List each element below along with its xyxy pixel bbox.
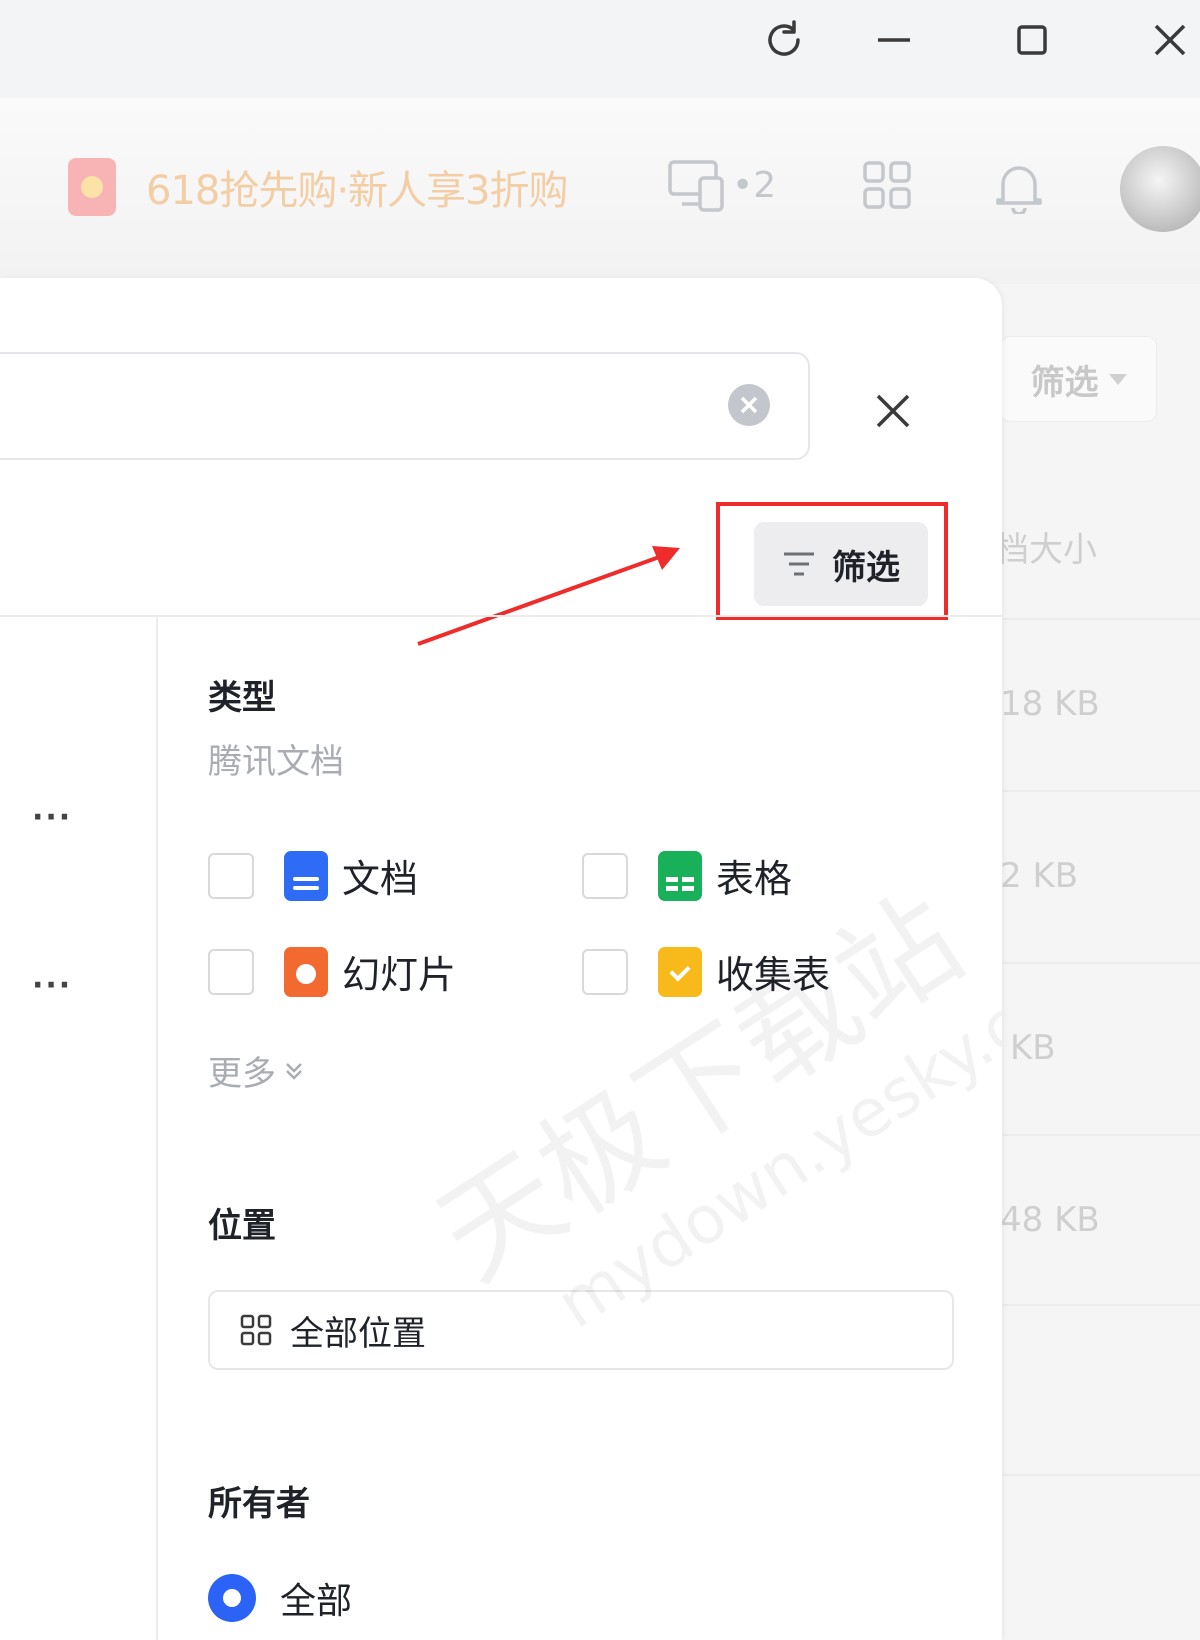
type-option-label: 幻灯片 xyxy=(342,953,457,997)
maximize-icon[interactable] xyxy=(1002,10,1062,70)
close-icon[interactable] xyxy=(1140,10,1200,70)
collect-form-icon xyxy=(658,946,702,997)
title-bar xyxy=(0,0,1200,98)
checkbox[interactable] xyxy=(208,852,254,899)
devices-icon xyxy=(668,160,724,212)
search-input[interactable] xyxy=(0,352,810,460)
bell-icon[interactable] xyxy=(994,160,1044,218)
devices-button[interactable]: •2 xyxy=(668,158,776,212)
location-select[interactable]: 全部位置 xyxy=(208,1290,954,1370)
file-size: KB xyxy=(1010,1028,1056,1068)
owner-option-all[interactable]: 全部 xyxy=(208,1572,352,1624)
sheet-icon xyxy=(658,850,702,901)
row-divider xyxy=(1000,790,1200,792)
filter-button[interactable]: 筛选 xyxy=(754,522,928,606)
file-size: 48 KB xyxy=(1000,1200,1100,1240)
type-option-label: 文档 xyxy=(342,857,419,901)
promo-banner[interactable]: 618抢先购·新人享3折购 xyxy=(68,158,569,216)
type-option-doc[interactable]: 文档 xyxy=(208,848,418,903)
checkbox[interactable] xyxy=(208,948,254,995)
type-section-title: 类型 xyxy=(208,678,276,718)
row-divider xyxy=(1000,1304,1200,1306)
caret-down-icon xyxy=(1108,373,1127,385)
file-size: 18 KB xyxy=(1000,684,1100,724)
location-value: 全部位置 xyxy=(290,1313,426,1354)
divider xyxy=(156,617,158,1640)
row-divider xyxy=(1000,1474,1200,1476)
file-size: 2 KB xyxy=(1000,856,1079,896)
type-option-sheet[interactable]: 表格 xyxy=(582,848,792,903)
tencent-docs-subtitle: 腾讯文档 xyxy=(208,742,344,782)
avatar[interactable] xyxy=(1120,146,1200,232)
type-option-label: 表格 xyxy=(716,857,793,901)
type-option-collect-form[interactable]: 收集表 xyxy=(582,944,830,999)
owner-option-label: 全部 xyxy=(280,1581,353,1622)
more-types-button[interactable]: 更多 xyxy=(208,1046,306,1095)
promo-text: 618抢先购·新人享3折购 xyxy=(146,168,569,214)
radio-selected[interactable] xyxy=(208,1574,256,1622)
row-divider xyxy=(1000,962,1200,964)
type-option-slide[interactable]: 幻灯片 xyxy=(208,944,456,999)
divider xyxy=(0,615,1002,617)
grid-icon xyxy=(240,1314,272,1346)
doc-icon xyxy=(284,850,328,901)
more-actions-icon[interactable]: ··· xyxy=(32,800,72,835)
slide-icon xyxy=(284,946,328,997)
column-header-size: 档大小 xyxy=(995,530,1097,570)
red-envelope-icon xyxy=(68,158,116,216)
background-filter-label: 筛选 xyxy=(1030,362,1099,403)
app-header: 618抢先购·新人享3折购 •2 xyxy=(0,98,1200,284)
double-chevron-down-icon xyxy=(286,1062,302,1080)
row-divider xyxy=(1000,618,1200,620)
refresh-icon[interactable] xyxy=(754,10,814,70)
more-actions-icon[interactable]: ··· xyxy=(32,968,72,1003)
more-label: 更多 xyxy=(208,1054,276,1094)
search-panel: 筛选 ··· ··· 类型 腾讯文档 文档 表格 幻灯片 收集表 更多 位置 全… xyxy=(0,278,1002,1640)
filter-label: 筛选 xyxy=(832,547,900,588)
checkbox[interactable] xyxy=(582,852,628,899)
close-panel-icon[interactable] xyxy=(868,386,918,436)
annotation-arrow xyxy=(417,546,680,646)
location-section-title: 位置 xyxy=(208,1206,276,1246)
clear-search-icon[interactable] xyxy=(728,384,770,426)
type-option-label: 收集表 xyxy=(716,953,831,997)
apps-grid-icon[interactable] xyxy=(862,160,912,214)
filter-icon xyxy=(784,552,814,576)
minimize-icon[interactable] xyxy=(864,10,924,70)
row-divider xyxy=(1000,1134,1200,1136)
device-count: •2 xyxy=(732,164,777,206)
checkbox[interactable] xyxy=(582,948,628,995)
background-filter-button[interactable]: 筛选 xyxy=(1000,336,1157,422)
owner-section-title: 所有者 xyxy=(208,1484,310,1524)
